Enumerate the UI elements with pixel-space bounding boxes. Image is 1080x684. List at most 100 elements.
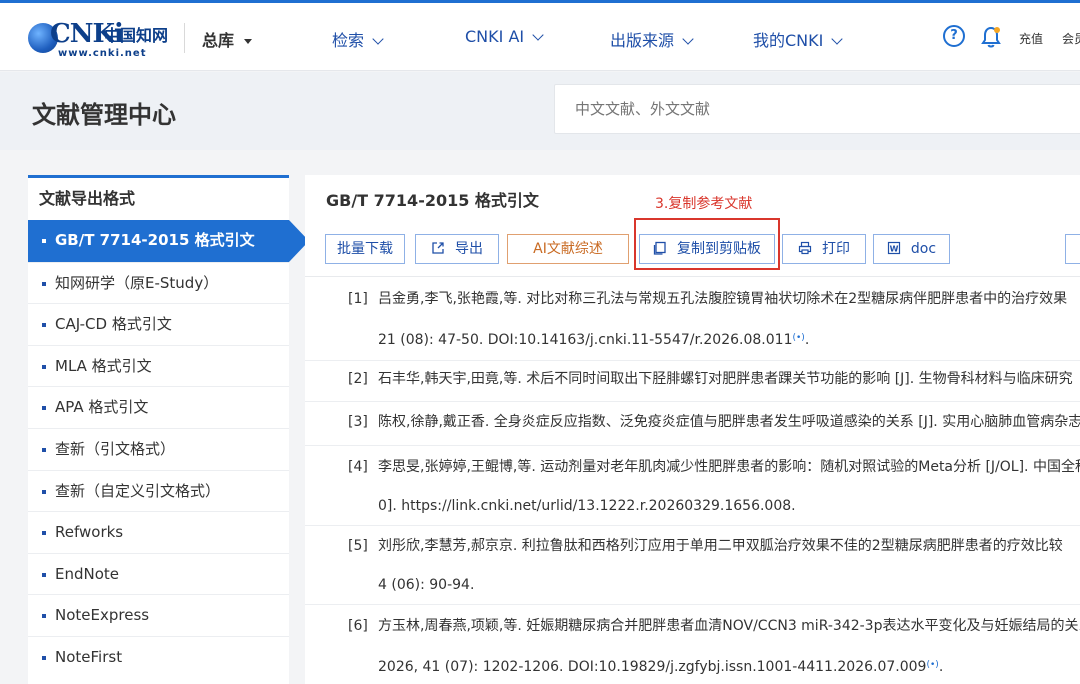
bullet-icon bbox=[42, 364, 46, 369]
ai-review-button[interactable]: AI文献综述 bbox=[507, 234, 629, 264]
trailing-period: . bbox=[804, 332, 810, 348]
chevron-down-icon bbox=[372, 33, 384, 45]
cnki-logo[interactable]: CNKi 中国知网 www.cnki.net bbox=[28, 19, 169, 59]
reference-number: [3] bbox=[348, 414, 368, 430]
svg-text:W: W bbox=[890, 245, 899, 254]
more-toolbar-button[interactable] bbox=[1065, 234, 1080, 264]
sidebar-item-endnote[interactable]: EndNote bbox=[28, 552, 289, 595]
reference-item: [3] 陈权,徐静,戴正香. 全身炎症反应指数、泛免疫炎症值与肥胖患者发生呼吸道感… bbox=[348, 403, 1080, 442]
bullet-icon bbox=[42, 531, 46, 536]
chevron-down-icon bbox=[682, 33, 694, 45]
bullet-icon bbox=[42, 406, 46, 411]
reference-number: [5] bbox=[348, 538, 368, 554]
toolbar-divider bbox=[305, 276, 1080, 277]
nav-cnki-ai-label: CNKI AI bbox=[465, 27, 525, 46]
sidebar-item-label: GB/T 7714-2015 格式引文 bbox=[55, 231, 255, 249]
sidebar-item-noteexpress[interactable]: NoteExpress bbox=[28, 594, 289, 636]
library-dropdown[interactable]: 总库 bbox=[202, 27, 253, 51]
sidebar-heading: 文献导出格式 bbox=[39, 189, 136, 208]
bullet-icon bbox=[42, 447, 46, 452]
batch-download-button[interactable]: 批量下载 bbox=[325, 234, 405, 264]
sidebar-item-label: NoteExpress bbox=[55, 606, 150, 625]
sidebar-item-label: CAJ-CD 格式引文 bbox=[55, 315, 172, 334]
logo-chinese: 中国知网 bbox=[104, 26, 169, 45]
reference-text-continued: 2026, 41 (07): 1202-1206. DOI:10.19829/j… bbox=[378, 659, 927, 675]
ai-review-label: AI文献综述 bbox=[533, 241, 603, 257]
copy-icon bbox=[653, 241, 666, 255]
sidebar-item-chaxin-custom[interactable]: 查新（自定义引文格式） bbox=[28, 469, 289, 512]
nav-publication-source[interactable]: 出版来源 bbox=[610, 27, 694, 51]
chevron-down-icon bbox=[831, 33, 844, 45]
doc-button[interactable]: Wdoc bbox=[873, 234, 950, 264]
row-divider bbox=[305, 445, 1080, 446]
sidebar-item-mla[interactable]: MLA 格式引文 bbox=[28, 344, 289, 387]
nav-cnki-ai[interactable]: CNKI AI bbox=[465, 27, 544, 46]
export-button[interactable]: 导出 bbox=[415, 234, 499, 264]
bell-icon[interactable] bbox=[980, 25, 1002, 49]
bullet-icon bbox=[42, 323, 46, 328]
sidebar-item-estudy[interactable]: 知网研学（原E-Study） bbox=[28, 261, 289, 304]
recharge-link[interactable]: 充值 bbox=[1019, 30, 1043, 47]
bullet-icon bbox=[42, 655, 46, 660]
print-button[interactable]: 打印 bbox=[782, 234, 866, 264]
page-title: 文献管理中心 bbox=[32, 101, 176, 129]
reference-item: [6] 方玉林,周春燕,项颖,等. 妊娠期糖尿病合并肥胖患者血清NOV/CCN3 … bbox=[348, 607, 1080, 684]
reference-number: [4] bbox=[348, 459, 368, 475]
reference-number: [2] bbox=[348, 371, 368, 387]
bullet-icon bbox=[42, 489, 46, 494]
batch-download-label: 批量下载 bbox=[337, 241, 393, 257]
export-label: 导出 bbox=[455, 241, 483, 257]
doi-link-icon[interactable]: (•) bbox=[926, 646, 938, 684]
reference-item: [4] 李思旻,张婷婷,王鲲博,等. 运动剂量对老年肌肉减少性肥胖患者的影响：随机… bbox=[348, 448, 1080, 526]
sidebar-item-chaxin[interactable]: 查新（引文格式） bbox=[28, 427, 289, 470]
row-divider bbox=[305, 525, 1080, 526]
bullet-icon bbox=[42, 239, 46, 243]
nav-search[interactable]: 检索 bbox=[332, 27, 384, 51]
sidebar-item-label: NoteFirst bbox=[55, 647, 123, 666]
sidebar-item-notefirst[interactable]: NoteFirst bbox=[28, 635, 289, 678]
sidebar-item-apa[interactable]: APA 格式引文 bbox=[28, 386, 289, 428]
doi-link-icon[interactable]: (•) bbox=[792, 319, 804, 358]
nav-publication-source-label: 出版来源 bbox=[610, 31, 675, 50]
reference-text: 方玉林,周春燕,项颖,等. 妊娠期糖尿病合并肥胖患者血清NOV/CCN3 miR… bbox=[378, 618, 1080, 634]
reference-text-continued: 21 (08): 47-50. DOI:10.14163/j.cnki.11-5… bbox=[378, 332, 793, 348]
caret-down-icon bbox=[244, 39, 253, 44]
reference-text: 刘彤欣,李慧芳,郝京京. 利拉鲁肽和西格列汀应用于单用二甲双胍治疗效果不佳的2型… bbox=[378, 538, 1063, 554]
sidebar-item-label: 查新（自定义引文格式） bbox=[55, 481, 221, 500]
search-input[interactable] bbox=[554, 84, 1080, 134]
site-header: CNKi 中国知网 www.cnki.net 总库 检索 CNKI AI 出版来… bbox=[0, 3, 1080, 71]
library-label: 总库 bbox=[202, 31, 235, 50]
reference-text: 吕金勇,李飞,张艳霞,等. 对比对称三孔法与常规五孔法腹腔镜胃袖状切除术在2型糖… bbox=[378, 291, 1068, 307]
chevron-down-icon bbox=[532, 29, 544, 41]
doc-label: doc bbox=[910, 241, 937, 257]
nav-my-cnki[interactable]: 我的CNKI bbox=[753, 27, 844, 51]
reference-item: [2] 石丰华,韩天宇,田竟,等. 术后不同时间取出下胫腓螺钉对肥胖患者踝关节功能… bbox=[348, 360, 1080, 399]
export-format-sidebar: 文献导出格式 GB/T 7714-2015 格式引文 知网研学（原E-Study… bbox=[28, 175, 309, 684]
bullet-icon bbox=[42, 281, 46, 286]
logo-url: www.cnki.net bbox=[58, 48, 147, 59]
sidebar-item-gbt7714[interactable]: GB/T 7714-2015 格式引文 bbox=[28, 220, 309, 262]
copy-to-clipboard-label: 复制到剪贴板 bbox=[677, 241, 761, 257]
sidebar-item-label: EndNote bbox=[55, 564, 120, 583]
row-divider bbox=[305, 401, 1080, 402]
help-icon[interactable]: ? bbox=[943, 25, 965, 47]
copy-to-clipboard-button[interactable]: 复制到剪贴板 bbox=[639, 234, 775, 264]
sidebar-item-label: 查新（引文格式） bbox=[55, 439, 176, 458]
row-divider bbox=[305, 604, 1080, 605]
word-doc-icon: W bbox=[887, 241, 901, 255]
reference-number: [6] bbox=[348, 618, 368, 634]
print-label: 打印 bbox=[822, 241, 850, 257]
sidebar-item-label: 知网研学（原E-Study） bbox=[55, 273, 219, 292]
sidebar-item-caj-cd[interactable]: CAJ-CD 格式引文 bbox=[28, 303, 289, 345]
reference-text: 李思旻,张婷婷,王鲲博,等. 运动剂量对老年肌肉减少性肥胖患者的影响：随机对照试… bbox=[378, 459, 1080, 475]
sidebar-item-refworks[interactable]: Refworks bbox=[28, 511, 289, 553]
header-divider bbox=[184, 23, 185, 53]
nav-search-label: 检索 bbox=[332, 31, 365, 50]
printer-icon bbox=[798, 241, 812, 255]
sidebar-item-label: APA 格式引文 bbox=[55, 398, 149, 417]
reference-number: [1] bbox=[348, 291, 368, 307]
sidebar-item-label: MLA 格式引文 bbox=[55, 356, 152, 375]
member-link[interactable]: 会员 bbox=[1062, 30, 1080, 47]
bullet-icon bbox=[42, 614, 46, 619]
sidebar-item-label: Refworks bbox=[55, 523, 124, 542]
